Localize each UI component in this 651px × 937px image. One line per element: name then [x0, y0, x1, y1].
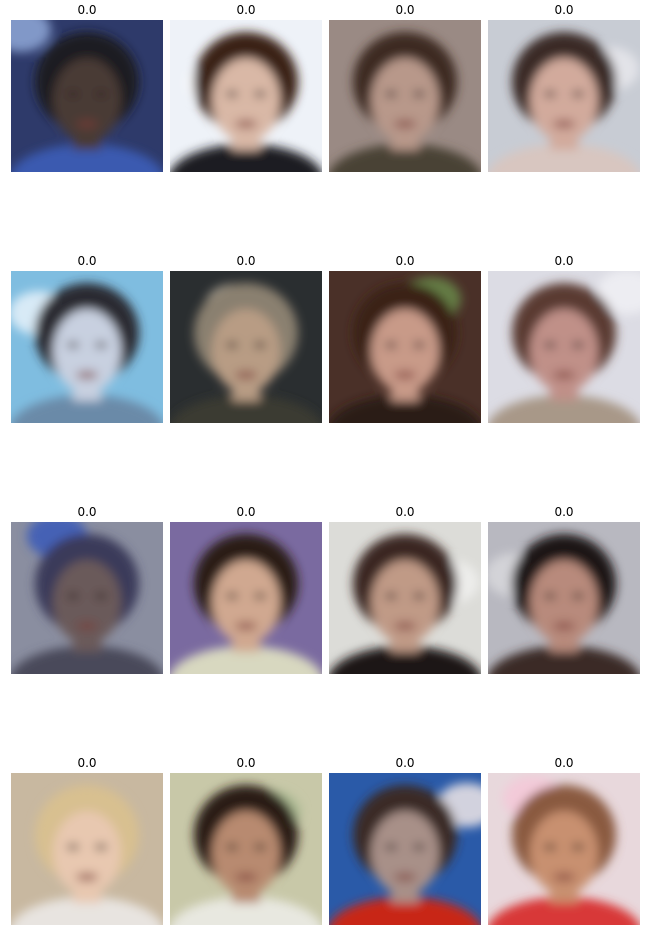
generated-face-image [170, 20, 322, 172]
generated-face-image [488, 522, 640, 674]
face-picture [170, 20, 322, 172]
image-cell: 0.0 [329, 0, 481, 172]
generated-face-image [488, 271, 640, 423]
image-cell: 0.0 [329, 753, 481, 925]
face-picture [329, 773, 481, 925]
face-picture [11, 522, 163, 674]
generated-face-image [11, 522, 163, 674]
image-title: 0.0 [236, 254, 256, 268]
generated-face-image [329, 522, 481, 674]
face-picture [488, 522, 640, 674]
image-cell: 0.0 [329, 502, 481, 674]
image-cell: 0.0 [11, 502, 163, 674]
image-cell: 0.0 [488, 502, 640, 674]
face-picture [170, 522, 322, 674]
generated-face-image [11, 20, 163, 172]
image-title: 0.0 [77, 505, 97, 519]
face-picture [11, 773, 163, 925]
face-picture [488, 773, 640, 925]
image-title: 0.0 [395, 254, 415, 268]
image-cell: 0.0 [11, 753, 163, 925]
image-title: 0.0 [395, 505, 415, 519]
image-cell: 0.0 [170, 753, 322, 925]
image-cell: 0.0 [329, 251, 481, 423]
image-cell: 0.0 [488, 0, 640, 172]
image-cell: 0.0 [488, 251, 640, 423]
image-title: 0.0 [554, 3, 574, 17]
image-cell: 0.0 [170, 502, 322, 674]
face-picture [329, 271, 481, 423]
image-title: 0.0 [77, 254, 97, 268]
face-picture [488, 20, 640, 172]
face-picture [170, 271, 322, 423]
generated-face-image [488, 773, 640, 925]
image-cell: 0.0 [488, 753, 640, 925]
generated-face-image [329, 20, 481, 172]
generated-face-image [170, 271, 322, 423]
image-title: 0.0 [554, 505, 574, 519]
face-picture [11, 271, 163, 423]
face-picture [488, 271, 640, 423]
image-title: 0.0 [77, 756, 97, 770]
image-cell: 0.0 [11, 0, 163, 172]
face-picture [329, 522, 481, 674]
image-title: 0.0 [236, 505, 256, 519]
face-picture [329, 20, 481, 172]
face-picture [11, 20, 163, 172]
image-title: 0.0 [236, 3, 256, 17]
image-cell: 0.0 [170, 0, 322, 172]
image-title: 0.0 [395, 756, 415, 770]
image-cell: 0.0 [170, 251, 322, 423]
generated-face-image [170, 522, 322, 674]
image-title: 0.0 [554, 254, 574, 268]
image-title: 0.0 [236, 756, 256, 770]
image-title: 0.0 [554, 756, 574, 770]
image-title: 0.0 [395, 3, 415, 17]
generated-face-image [329, 271, 481, 423]
generated-face-image [170, 773, 322, 925]
generated-face-image [11, 773, 163, 925]
generated-face-image [329, 773, 481, 925]
image-cell: 0.0 [11, 251, 163, 423]
face-picture [170, 773, 322, 925]
generated-face-image [11, 271, 163, 423]
image-title: 0.0 [77, 3, 97, 17]
generated-face-image [488, 20, 640, 172]
